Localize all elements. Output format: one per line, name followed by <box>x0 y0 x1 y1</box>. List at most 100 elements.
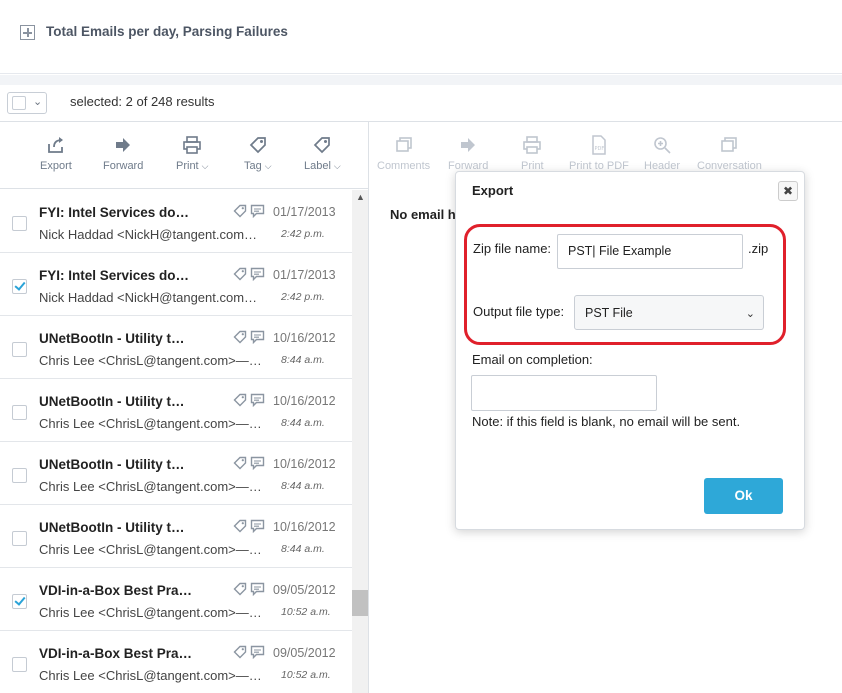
chevron-down-icon: ⌄ <box>33 96 43 108</box>
comment-icon[interactable] <box>250 393 265 407</box>
empty-viewer-text: No email h <box>390 207 456 222</box>
comment-icon[interactable] <box>250 204 265 218</box>
label-label: Label <box>304 160 331 172</box>
conversation-icon <box>721 137 738 152</box>
email-checkbox[interactable] <box>12 468 27 483</box>
email-list-item[interactable]: UNetBootIn - Utility t… Chris Lee <ChrisL… <box>0 505 352 568</box>
tag-button[interactable]: Tag ⌵ <box>244 134 272 172</box>
email-time: 8:44 a.m. <box>281 543 325 555</box>
expand-icon[interactable] <box>20 25 35 40</box>
email-date: 10/16/2012 <box>273 520 336 534</box>
email-date: 09/05/2012 <box>273 646 336 660</box>
email-checkbox[interactable] <box>12 216 27 231</box>
email-sender: Chris Lee <ChrisL@tangent.com>—… <box>39 542 262 557</box>
email-list-item[interactable]: VDI-in-a-Box Best Pra… Chris Lee <ChrisL@… <box>0 568 352 631</box>
zip-file-name-input[interactable]: PST| File Example <box>557 234 743 269</box>
tag-icon[interactable] <box>233 519 247 533</box>
print-button[interactable]: Print ⌵ <box>176 134 208 172</box>
comments-icon <box>395 137 412 152</box>
forward-icon <box>461 138 476 152</box>
email-subject: UNetBootIn - Utility t… <box>39 394 185 409</box>
tag-icon[interactable] <box>233 645 247 659</box>
email-list-item[interactable]: VDI-in-a-Box Best Pra… Chris Lee <ChrisL@… <box>0 631 352 693</box>
comment-icon[interactable] <box>250 267 265 281</box>
comment-icon[interactable] <box>250 519 265 533</box>
email-time: 2:42 p.m. <box>281 291 325 303</box>
viewer-print-button[interactable]: Print <box>521 134 544 172</box>
email-date: 09/05/2012 <box>273 583 336 597</box>
close-icon[interactable]: ✖ <box>778 181 798 201</box>
email-sender: Chris Lee <ChrisL@tangent.com>—… <box>39 668 262 683</box>
email-checkbox[interactable] <box>12 657 27 672</box>
forward-button[interactable]: Forward <box>103 134 143 172</box>
viewer-forward-button[interactable]: Forward <box>448 134 488 172</box>
tag-icon[interactable] <box>233 330 247 344</box>
email-date: 10/16/2012 <box>273 331 336 345</box>
zip-file-name-label: Zip file name: <box>473 241 552 256</box>
scroll-up-icon[interactable]: ▲ <box>356 192 365 202</box>
email-time: 2:42 p.m. <box>281 228 325 240</box>
scrollbar-thumb[interactable] <box>352 590 368 616</box>
export-button[interactable]: Export <box>40 134 72 172</box>
svg-text:PDF: PDF <box>594 146 604 152</box>
select-all-checkbox[interactable] <box>12 96 26 110</box>
email-checkbox[interactable] <box>12 531 27 546</box>
email-list-item[interactable]: UNetBootIn - Utility t… Chris Lee <ChrisL… <box>0 379 352 442</box>
comment-icon[interactable] <box>250 330 265 344</box>
email-subject: UNetBootIn - Utility t… <box>39 520 185 535</box>
selection-count: selected: 2 of 248 results <box>70 94 215 109</box>
export-dialog: Export ✖ Zip file name: PST| File Exampl… <box>455 171 805 530</box>
email-subject: VDI-in-a-Box Best Pra… <box>39 583 193 598</box>
email-subject: UNetBootIn - Utility t… <box>39 331 185 346</box>
email-list-item[interactable]: FYI: Intel Services do… Nick Haddad <Nick… <box>0 190 352 253</box>
conversation-button[interactable]: Conversation <box>697 134 762 172</box>
forward-icon <box>116 138 131 152</box>
tag-icon[interactable] <box>233 393 247 407</box>
email-sender: Chris Lee <ChrisL@tangent.com>—… <box>39 479 262 494</box>
list-toolbar: Export Forward Print ⌵ Tag ⌵ Label ⌵ <box>0 122 368 189</box>
email-list-item[interactable]: FYI: Intel Services do… Nick Haddad <Nick… <box>0 253 352 316</box>
email-checkbox[interactable] <box>12 279 27 294</box>
print-to-pdf-button[interactable]: PDF Print to PDF <box>569 134 629 172</box>
comment-icon[interactable] <box>250 456 265 470</box>
email-time: 8:44 a.m. <box>281 417 325 429</box>
email-date: 10/16/2012 <box>273 457 336 471</box>
email-checkbox[interactable] <box>12 594 27 609</box>
email-checkbox[interactable] <box>12 405 27 420</box>
forward-label: Forward <box>103 160 144 172</box>
email-on-completion-input[interactable] <box>471 375 657 411</box>
email-date: 10/16/2012 <box>273 394 336 408</box>
output-file-type-select[interactable]: PST File ⌄ <box>574 295 764 330</box>
tag-icon[interactable] <box>233 582 247 596</box>
email-list-pane: Export Forward Print ⌵ Tag ⌵ Label ⌵ FYI: I… <box>0 122 369 693</box>
email-list-item[interactable]: UNetBootIn - Utility t… Chris Lee <ChrisL… <box>0 442 352 505</box>
email-subject: VDI-in-a-Box Best Pra… <box>39 646 193 661</box>
label-button[interactable]: Label ⌵ <box>304 134 341 172</box>
zoom-icon <box>654 137 671 154</box>
tag-icon[interactable] <box>233 267 247 281</box>
chevron-down-icon: ⌵ <box>333 161 341 171</box>
comment-icon[interactable] <box>250 645 265 659</box>
email-list-item[interactable]: UNetBootIn - Utility t… Chris Lee <ChrisL… <box>0 316 352 379</box>
tag-label: Tag <box>244 160 262 172</box>
email-on-completion-label: Email on completion: <box>472 352 593 367</box>
email-subject: FYI: Intel Services do… <box>39 268 190 283</box>
email-time: 10:52 a.m. <box>281 669 331 681</box>
comments-button[interactable]: Comments <box>377 134 430 172</box>
email-time: 8:44 a.m. <box>281 480 325 492</box>
comments-label: Comments <box>377 160 431 172</box>
comment-icon[interactable] <box>250 582 265 596</box>
export-icon <box>47 137 63 153</box>
chevron-down-icon: ⌵ <box>201 161 209 171</box>
list-scrollbar[interactable]: ▲ <box>352 190 368 693</box>
select-all-dropdown[interactable]: ⌄ <box>7 92 47 114</box>
print-icon <box>183 136 202 154</box>
tag-icon[interactable] <box>233 204 247 218</box>
ok-button[interactable]: Ok <box>704 478 783 514</box>
email-checkbox[interactable] <box>12 342 27 357</box>
selection-bar: ⌄ selected: 2 of 248 results <box>0 85 842 122</box>
tag-icon[interactable] <box>233 456 247 470</box>
email-list: FYI: Intel Services do… Nick Haddad <Nick… <box>0 190 352 693</box>
header-button[interactable]: Header <box>644 134 680 172</box>
pdf-icon: PDF <box>592 135 606 155</box>
